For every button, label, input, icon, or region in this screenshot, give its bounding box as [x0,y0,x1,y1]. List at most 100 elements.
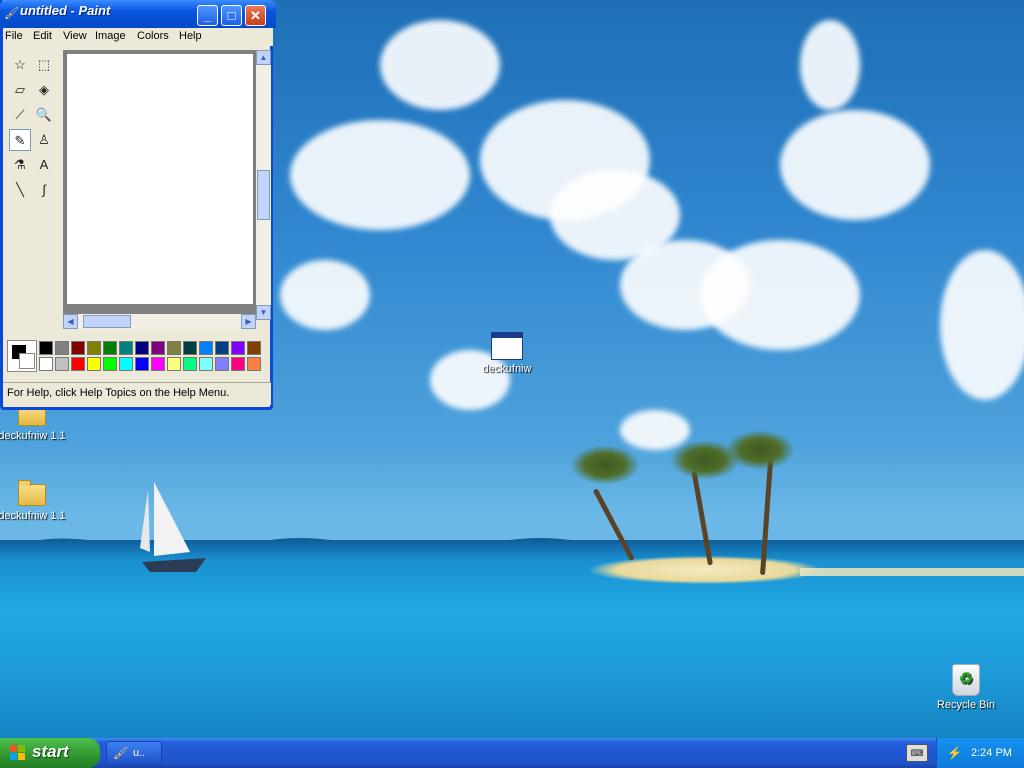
vertical-scroll-thumb[interactable] [257,170,270,220]
canvas-area: ▲ ▼ [63,50,271,320]
color-swatch[interactable] [199,341,213,355]
vertical-scrollbar[interactable]: ▲ ▼ [256,50,271,320]
color-swatch[interactable] [183,341,197,355]
sandbar [800,568,1024,576]
color-swatch[interactable] [215,357,229,371]
current-colors [7,340,37,372]
cloud [290,120,470,230]
network-icon[interactable]: ⚡ [947,746,962,760]
airbrush-icon[interactable]: ⚗ [9,154,31,176]
taskbar-button-paint[interactable]: 🖌 u.. [106,741,162,765]
desktop-icon-label: deckufniw 1.1 [0,430,66,442]
folder-icon [18,480,46,506]
color-swatch[interactable] [55,357,69,371]
color-swatch[interactable] [55,341,69,355]
keyboard-icon[interactable]: ⌨ [906,744,928,762]
color-swatch[interactable] [71,341,85,355]
brush-icon[interactable]: ♙ [33,129,55,151]
color-swatch[interactable] [151,341,165,355]
color-swatch[interactable] [103,341,117,355]
color-box [5,338,271,374]
desktop-icon-label: Recycle Bin [936,699,996,711]
color-swatch[interactable] [231,341,245,355]
color-swatch[interactable] [119,341,133,355]
cloud [620,410,690,450]
menu-edit[interactable]: Edit [33,30,52,42]
desktop-icon-label: deckufniw [482,363,532,375]
desktop-icon-folder[interactable]: deckufniw 1.1 [0,480,72,522]
desktop-icon-app[interactable]: deckufniw [467,332,547,375]
maximize-button[interactable]: □ [221,5,242,26]
color-swatch[interactable] [87,357,101,371]
color-swatch[interactable] [167,357,181,371]
horizontal-scroll-thumb[interactable] [83,315,131,328]
paint-icon: 🖌 [113,746,129,760]
eraser-icon[interactable]: ▱ [9,79,31,101]
background-color [19,353,35,369]
color-swatch[interactable] [247,357,261,371]
color-swatch[interactable] [199,357,213,371]
color-swatch[interactable] [71,357,85,371]
scroll-down-icon[interactable]: ▼ [256,305,271,320]
cloud [940,250,1024,400]
system-tray: ⚡ 2:24 PM [936,738,1024,768]
status-text: For Help, click Help Topics on the Help … [7,387,230,399]
horizontal-scrollbar[interactable]: ◀ ▶ [63,314,256,329]
menu-image[interactable]: Image [95,30,126,42]
close-button[interactable]: ✕ [245,5,266,26]
scroll-left-icon[interactable]: ◀ [63,314,78,329]
scroll-right-icon[interactable]: ▶ [241,314,256,329]
pick-color-icon[interactable]: ⟋ [9,104,31,126]
paint-app-icon[interactable]: 🖌 [4,6,19,20]
scroll-up-icon[interactable]: ▲ [256,50,271,65]
color-swatch[interactable] [103,357,117,371]
desktop-icon-label: deckufniw 1.1 [0,510,66,522]
start-button[interactable]: start [0,738,100,768]
status-bar: For Help, click Help Topics on the Help … [3,382,271,405]
color-swatch[interactable] [135,357,149,371]
magnifier-icon[interactable]: 🔍 [33,104,55,126]
free-form-select-icon[interactable]: ☆ [9,54,31,76]
text-icon[interactable]: A [33,154,55,176]
curve-icon[interactable]: ∫ [33,179,55,201]
color-swatch[interactable] [119,357,133,371]
minimize-button[interactable]: _ [197,5,218,26]
windows-logo-icon [10,745,25,760]
menu-colors[interactable]: Colors [137,30,169,42]
sailboat [140,482,206,572]
color-swatch[interactable] [167,341,181,355]
color-swatch[interactable] [151,357,165,371]
menu-file[interactable]: File [5,30,23,42]
line-icon[interactable]: ╲ [9,179,31,201]
color-swatch[interactable] [231,357,245,371]
paint-window[interactable]: 🖌 untitled - Paint _ □ ✕ File Edit View … [0,0,276,410]
color-swatch[interactable] [247,341,261,355]
cloud [700,240,860,350]
palm-leaves [570,445,640,485]
menu-view[interactable]: View [63,30,87,42]
recycle-bin-icon: ♻ [952,664,980,696]
clock[interactable]: 2:24 PM [971,747,1012,759]
pencil-icon[interactable]: ✎ [9,129,31,151]
menu-help[interactable]: Help [179,30,202,42]
cloud [780,110,930,220]
island [590,556,820,584]
drawing-canvas[interactable] [67,54,253,304]
start-label: start [32,742,69,761]
color-swatch[interactable] [87,341,101,355]
title-bar[interactable]: 🖌 untitled - Paint _ □ ✕ [0,0,276,28]
window-title: untitled - Paint [20,3,111,18]
color-swatch[interactable] [135,341,149,355]
color-swatch[interactable] [183,357,197,371]
application-window-icon [491,332,523,360]
color-swatch[interactable] [39,341,53,355]
taskbar: start 🖌 u.. ⌨ ⚡ 2:24 PM [0,738,1024,768]
palm-leaves [725,430,795,470]
cloud [280,260,370,330]
select-icon[interactable]: ⬚ [33,54,55,76]
desktop-icon-recycle-bin[interactable]: ♻ Recycle Bin [926,664,1006,711]
fill-bucket-icon[interactable]: ◈ [33,79,55,101]
color-swatch[interactable] [215,341,229,355]
cloud [380,20,500,110]
color-swatch[interactable] [39,357,53,371]
